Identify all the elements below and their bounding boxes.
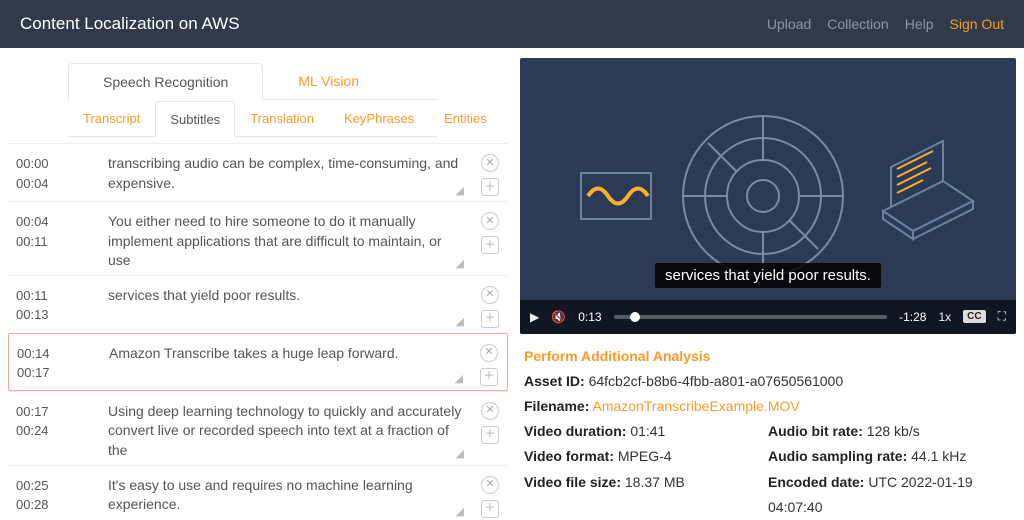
playback-speed[interactable]: 1x <box>938 310 951 324</box>
filename-label: Filename: <box>524 398 589 414</box>
tab-keyphrases[interactable]: KeyPhrases <box>329 100 429 136</box>
subtitle-row[interactable]: 00:1700:24Using deep learning technology… <box>8 391 508 465</box>
add-subtitle-button[interactable]: ＋ <box>481 426 499 444</box>
mute-icon[interactable]: 🔇 <box>551 310 566 324</box>
tabs-secondary: Transcript Subtitles Translation KeyPhra… <box>68 100 438 137</box>
header-nav: Upload Collection Help Sign Out <box>767 16 1004 32</box>
tab-transcript[interactable]: Transcript <box>68 100 155 136</box>
left-panel: Speech Recognition ML Vision Transcript … <box>8 58 508 520</box>
format-label: Video format: <box>524 448 614 464</box>
subtitle-actions: ✕＋ <box>476 286 504 329</box>
progress-thumb[interactable] <box>630 312 640 322</box>
add-subtitle-button[interactable]: ＋ <box>481 310 499 328</box>
format-value: MPEG-4 <box>618 448 672 464</box>
add-subtitle-button[interactable]: ＋ <box>481 500 499 518</box>
duration-label: Video duration: <box>524 423 626 439</box>
subtitle-times: 00:1700:24 <box>16 402 108 461</box>
subtitle-times: 00:2500:28 <box>16 476 108 519</box>
size-label: Video file size: <box>524 474 621 490</box>
video-caption: services that yield poor results. <box>655 263 881 288</box>
add-subtitle-button[interactable]: ＋ <box>481 236 499 254</box>
add-subtitle-button[interactable]: ＋ <box>480 368 498 386</box>
resize-handle-icon: ◢ <box>456 505 464 520</box>
delete-subtitle-button[interactable]: ✕ <box>481 402 499 420</box>
nav-signout[interactable]: Sign Out <box>950 16 1004 32</box>
play-icon[interactable]: ▶ <box>530 310 539 324</box>
subtitle-times: 00:1100:13 <box>16 286 108 329</box>
abitrate-value: 128 kb/s <box>867 423 920 439</box>
main-content: Speech Recognition ML Vision Transcript … <box>0 48 1024 520</box>
subtitle-times: 00:0400:11 <box>16 212 108 271</box>
subtitle-text[interactable]: transcribing audio can be complex, time-… <box>108 154 476 197</box>
duration-value: 01:41 <box>630 423 665 439</box>
subtitle-actions: ✕＋ <box>475 344 503 386</box>
tab-translation[interactable]: Translation <box>235 100 329 136</box>
resize-handle-icon: ◢ <box>456 447 464 462</box>
subtitle-actions: ✕＋ <box>476 402 504 461</box>
delete-subtitle-button[interactable]: ✕ <box>481 286 499 304</box>
subtitle-list[interactable]: 00:0000:04transcribing audio can be comp… <box>8 143 508 520</box>
delete-subtitle-button[interactable]: ✕ <box>480 344 498 362</box>
asset-id-label: Asset ID: <box>524 373 585 389</box>
resize-handle-icon: ◢ <box>456 315 464 330</box>
nav-collection[interactable]: Collection <box>827 16 888 32</box>
delete-subtitle-button[interactable]: ✕ <box>481 212 499 230</box>
subtitle-times: 00:0000:04 <box>16 154 108 197</box>
subtitle-text[interactable]: Amazon Transcribe takes a huge leap forw… <box>109 344 475 386</box>
app-header: Content Localization on AWS Upload Colle… <box>0 0 1024 48</box>
video-progress-bar[interactable] <box>614 315 888 319</box>
tab-entities[interactable]: Entities <box>429 100 502 136</box>
size-value: 18.37 MB <box>625 474 685 490</box>
encoded-label: Encoded date: <box>768 474 864 490</box>
add-subtitle-button[interactable]: ＋ <box>481 178 499 196</box>
asample-value: 44.1 kHz <box>911 448 966 464</box>
asset-id-value: 64fcb2cf-b8b6-4fbb-a801-a07650561000 <box>589 373 844 389</box>
filename-link[interactable]: AmazonTranscribeExample.MOV <box>592 398 799 414</box>
subtitle-actions: ✕＋ <box>476 476 504 519</box>
subtitle-actions: ✕＋ <box>476 154 504 197</box>
video-frame <box>520 58 1016 334</box>
tab-ml-vision[interactable]: ML Vision <box>263 62 394 99</box>
abitrate-label: Audio bit rate: <box>768 423 863 439</box>
subtitle-row[interactable]: 00:1100:13services that yield poor resul… <box>8 275 508 333</box>
tab-subtitles[interactable]: Subtitles <box>155 101 235 137</box>
resize-handle-icon: ◢ <box>456 184 464 199</box>
subtitle-text[interactable]: services that yield poor results.◢ <box>108 286 476 329</box>
subtitle-times: 00:1400:17 <box>17 344 109 386</box>
video-elapsed: 0:13 <box>578 310 601 324</box>
nav-help[interactable]: Help <box>905 16 934 32</box>
video-player[interactable]: services that yield poor results. ▶ 🔇 0:… <box>520 58 1016 334</box>
subtitle-actions: ✕＋ <box>476 212 504 271</box>
cc-icon[interactable]: CC <box>963 310 985 323</box>
tabs-primary: Speech Recognition ML Vision <box>68 62 438 100</box>
metadata-panel: Perform Additional Analysis Asset ID: 64… <box>520 334 1016 520</box>
fullscreen-icon[interactable]: ⛶ <box>998 309 1006 324</box>
perform-analysis-link[interactable]: Perform Additional Analysis <box>524 344 1012 369</box>
subtitle-row[interactable]: 00:1400:17Amazon Transcribe takes a huge… <box>8 333 508 391</box>
subtitle-text[interactable]: It's easy to use and requires no machine… <box>108 476 476 519</box>
subtitle-row[interactable]: 00:2500:28It's easy to use and requires … <box>8 465 508 520</box>
video-controls: ▶ 🔇 0:13 -1:28 1x CC ⛶ <box>520 300 1016 334</box>
tab-speech-recognition[interactable]: Speech Recognition <box>68 63 263 100</box>
resize-handle-icon: ◢ <box>456 257 464 272</box>
video-remaining: -1:28 <box>899 310 926 324</box>
right-panel: services that yield poor results. ▶ 🔇 0:… <box>520 58 1016 520</box>
resize-handle-icon: ◢ <box>455 372 463 387</box>
subtitle-text[interactable]: You either need to hire someone to do it… <box>108 212 476 271</box>
subtitle-text[interactable]: Using deep learning technology to quickl… <box>108 402 476 461</box>
nav-upload[interactable]: Upload <box>767 16 811 32</box>
subtitle-row[interactable]: 00:0000:04transcribing audio can be comp… <box>8 143 508 201</box>
delete-subtitle-button[interactable]: ✕ <box>481 154 499 172</box>
app-title: Content Localization on AWS <box>20 14 240 34</box>
asample-label: Audio sampling rate: <box>768 448 907 464</box>
delete-subtitle-button[interactable]: ✕ <box>481 476 499 494</box>
subtitle-row[interactable]: 00:0400:11You either need to hire someon… <box>8 201 508 275</box>
